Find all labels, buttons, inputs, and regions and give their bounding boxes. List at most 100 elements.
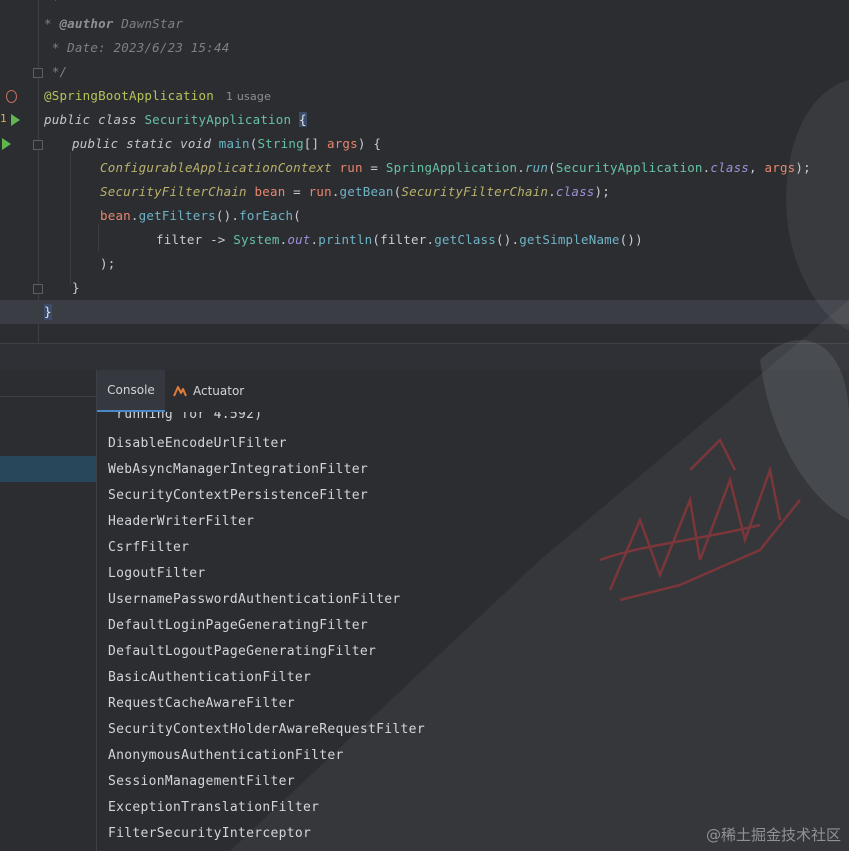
tool-tabs: Console Actuator [97,370,849,412]
paren: (). [496,232,520,247]
method-call: getClass [434,232,497,247]
brace-highlight: { [298,112,307,127]
usage-hint[interactable]: 1 usage [226,90,271,103]
method-call: getFilters [138,208,216,223]
variable: args [764,160,796,175]
spring-bean-icon[interactable] [6,90,17,103]
code-line[interactable]: */ [0,60,849,84]
operator: = [362,160,386,175]
paren-close: ()) [619,232,643,247]
class-declaration: public class SecurityApplication { [44,112,307,128]
current-code-line[interactable]: } [0,300,849,324]
console-line: SecurityContextPersistenceFilter [108,488,369,503]
type: SecurityFilterChain [100,184,247,199]
comment-text: */ [44,64,68,79]
tab-actuator-label: Actuator [193,384,245,398]
code-line[interactable]: ConfigurableApplicationContext run = Spr… [0,156,849,180]
fold-marker-icon[interactable] [33,68,43,78]
method-declaration: public static void main(String[] args) { [72,136,381,152]
console-line: RequestCacheAwareFilter [108,696,295,711]
method-name: main [218,136,250,151]
separator: , [749,160,765,175]
class-literal: class [710,160,750,175]
comment-text: * Date: 2023/6/23 15:44 [44,40,230,55]
variable: run [308,184,332,199]
code-line[interactable]: filter -> System.out.println(filter.getC… [0,228,849,252]
method-call: forEach [239,208,294,223]
paren: ( [372,232,381,247]
console-line: SessionManagementFilter [108,774,295,789]
selected-run-item[interactable] [0,456,96,482]
console-output[interactable]: running for 4.592) DisableEncodeUrlFilte… [97,412,849,851]
paren: ( [548,160,556,175]
array-brackets: [] [303,136,327,151]
keyword: public static void [72,136,219,151]
indent-guide [98,224,99,252]
console-line: AnonymousAuthenticationFilter [108,748,344,763]
tab-actuator[interactable]: Actuator [173,370,263,412]
comment-author-line: * @author DawnStar [44,16,184,31]
method-call: run [524,160,549,175]
run-main-icon[interactable] [2,138,11,150]
panel-divider [0,396,96,397]
console-line: WebAsyncManagerIntegrationFilter [108,462,369,477]
statement: ); [100,256,116,271]
variable: run [331,160,363,175]
variable: bean [100,208,131,223]
paren-close: ); [795,160,811,175]
javadoc-tag: @author [59,16,114,31]
fold-marker-icon[interactable] [33,140,43,150]
statement: SecurityFilterChain bean = run.getBean(S… [100,184,610,200]
code-line[interactable]: } [0,276,849,300]
code-line[interactable]: * [0,0,849,12]
console-line: BasicAuthenticationFilter [108,670,312,685]
console-line: DisableEncodeUrlFilter [108,436,287,451]
variable: filter [380,232,427,247]
console-line: UsernamePasswordAuthenticationFilter [108,592,401,607]
console-line: DefaultLogoutPageGeneratingFilter [108,644,377,659]
type: SecurityFilterChain [401,184,549,199]
console-line: CsrfFilter [108,540,190,555]
indent-guide [70,152,71,284]
run-class-icon[interactable] [11,114,20,126]
tab-console[interactable]: Console [97,370,165,412]
paren-close: ) { [357,136,382,151]
panel-splitter[interactable] [0,343,849,371]
console-line: LogoutFilter [108,566,206,581]
run-tree-panel[interactable] [0,370,97,851]
console-line: FilterSecurityInterceptor [108,826,312,841]
console-line: DefaultLoginPageGeneratingFilter [108,618,369,633]
console-line: HeaderWriterFilter [108,514,255,529]
code-line[interactable]: SecurityFilterChain bean = run.getBean(S… [0,180,849,204]
code-line[interactable]: * Date: 2023/6/23 15:44 [0,36,849,60]
variable: bean [246,184,286,199]
code-line[interactable]: bean.getFilters().forEach( [0,204,849,228]
closing-brace-highlight: } [44,304,52,320]
fold-marker-icon[interactable] [33,284,43,294]
watermark: @稀土掘金技术社区 [705,826,841,844]
keyword: public class [44,112,145,127]
run-tool-window: Console Actuator running for 4.592) Disa… [0,370,849,851]
paren: ( [293,208,301,223]
code-line[interactable]: ); [0,252,849,276]
code-editor[interactable]: * * @author DawnStar * Date: 2023/6/23 1… [0,0,849,343]
statement: bean.getFilters().forEach( [100,208,301,224]
annotation: @SpringBootApplication [44,88,214,103]
code-line[interactable]: public class SecurityApplication { [0,108,849,132]
method-call: println [318,232,373,247]
annotation-line: @SpringBootApplication 1 usage [44,88,271,105]
type: ConfigurableApplicationContext [100,160,332,175]
class-name: SecurityApplication [144,112,292,127]
comment-text: * [44,0,60,8]
actuator-icon [173,384,187,398]
method-call: getSimpleName [519,232,620,247]
javadoc-value: DawnStar [113,16,184,31]
code-line[interactable]: * @author DawnStar [0,12,849,36]
param-type: String [257,136,304,151]
code-line[interactable]: public static void main(String[] args) { [0,132,849,156]
statement: filter -> System.out.println(filter.getC… [156,232,643,248]
method-call: getBean [339,184,394,199]
code-line[interactable]: @SpringBootApplication 1 usage [0,84,849,108]
static-field: out [287,232,311,247]
run-count: 1 [0,112,7,125]
